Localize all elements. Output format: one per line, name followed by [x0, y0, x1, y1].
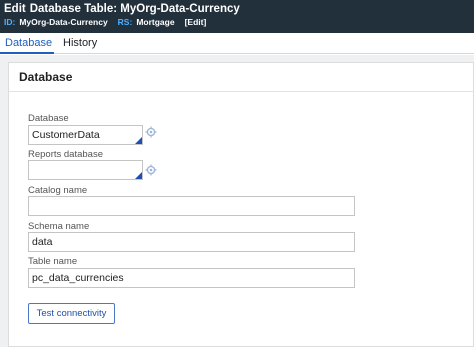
edit-label: Edit	[4, 3, 26, 15]
gear-icon[interactable]	[145, 164, 157, 176]
title-bar: Edit Database Table: MyOrg-Data-Currency …	[0, 0, 474, 33]
tab-history[interactable]: History	[63, 37, 97, 49]
rule-title: Database Table: MyOrg-Data-Currency	[29, 3, 240, 15]
rule-meta: ID: MyOrg-Data-Currency RS: Mortgage [Edit]	[4, 17, 206, 27]
reports-database-label: Reports database	[28, 149, 103, 160]
id-value: MyOrg-Data-Currency	[19, 17, 108, 27]
rs-key: RS:	[117, 17, 133, 27]
database-select[interactable]: CustomerData	[28, 125, 143, 145]
id-key: ID:	[4, 17, 16, 27]
catalog-name-input[interactable]	[28, 196, 355, 216]
rs-value: Mortgage	[136, 17, 175, 27]
panel-title: Database	[19, 70, 73, 84]
table-name-label: Table name	[28, 256, 78, 267]
schema-name-label: Schema name	[28, 221, 90, 232]
gear-icon[interactable]	[145, 126, 157, 138]
catalog-name-label: Catalog name	[28, 185, 88, 196]
panel-header: Database	[9, 63, 474, 92]
database-label: Database	[28, 113, 69, 124]
tab-database[interactable]: Database	[5, 37, 52, 49]
schema-name-input[interactable]: data	[28, 232, 355, 252]
active-tab-indicator	[0, 52, 54, 54]
table-name-input[interactable]: pc_data_currencies	[28, 268, 355, 288]
test-connectivity-button[interactable]: Test connectivity	[28, 303, 115, 324]
page-title: Edit Database Table: MyOrg-Data-Currency	[4, 3, 240, 15]
edit-ruleset-link[interactable]: [Edit]	[185, 17, 207, 27]
reports-database-select[interactable]	[28, 160, 143, 180]
tab-bar: Database History	[0, 33, 474, 54]
